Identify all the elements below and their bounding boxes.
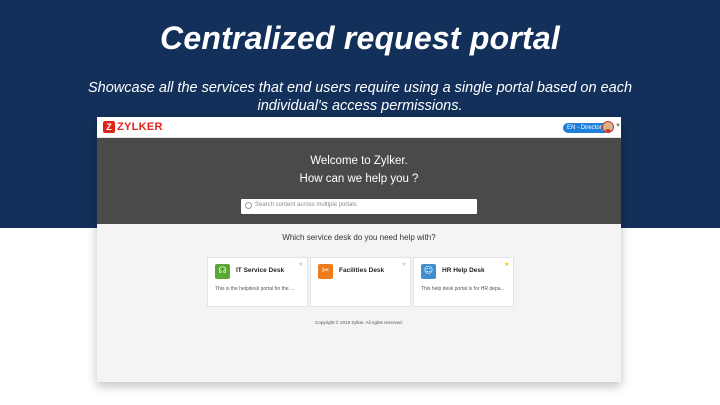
card-title: Facilities Desk: [339, 267, 385, 274]
chevron-down-icon[interactable]: ▼: [615, 123, 621, 129]
search-placeholder: Search content across multiple portals: [255, 202, 357, 208]
service-card-it[interactable]: ☊ IT Service Desk This is the helpdesk p…: [207, 257, 308, 307]
star-icon[interactable]: ★: [298, 261, 303, 268]
help-heading: How can we help you ?: [299, 173, 419, 185]
headset-icon: ☊: [215, 264, 230, 279]
welcome-banner: Welcome to Zylker. How can we help you ?…: [97, 138, 621, 224]
search-icon: [245, 202, 252, 209]
service-desk-question: Which service desk do you need help with…: [282, 233, 436, 242]
portal-topbar: Z ZYLKER EN - Directory ▼: [97, 117, 621, 138]
logo-mark-icon: Z: [103, 121, 115, 133]
card-description: This is the helpdesk portal for the ...: [215, 286, 295, 292]
slide-title: Centralized request portal: [160, 20, 560, 56]
portal-logo[interactable]: Z ZYLKER: [103, 121, 163, 133]
star-icon[interactable]: ★: [504, 261, 509, 268]
card-title: HR Help Desk: [442, 267, 485, 274]
star-icon[interactable]: ★: [401, 261, 406, 268]
card-title: IT Service Desk: [236, 267, 285, 274]
slide-subtitle: Showcase all the services that end users…: [87, 80, 633, 115]
service-card-hr[interactable]: ☺ HR Help Desk This help desk portal is …: [413, 257, 514, 307]
avatar[interactable]: [602, 121, 614, 133]
person-card-icon: ☺: [421, 264, 436, 279]
service-card-facilities[interactable]: ✂ Facilities Desk ★: [310, 257, 411, 307]
welcome-heading: Welcome to Zylker.: [310, 155, 408, 167]
logo-text: ZYLKER: [117, 121, 163, 133]
portal-screenshot: Z ZYLKER EN - Directory ▼ Welcome to Zyl…: [97, 117, 621, 382]
search-input[interactable]: Search content across multiple portals: [241, 199, 477, 214]
tools-icon: ✂: [318, 264, 333, 279]
card-description: This help desk portal is for HR depa...: [421, 286, 505, 292]
copyright-text: Copyright © 2019 Zylker. All rights rese…: [315, 320, 403, 325]
